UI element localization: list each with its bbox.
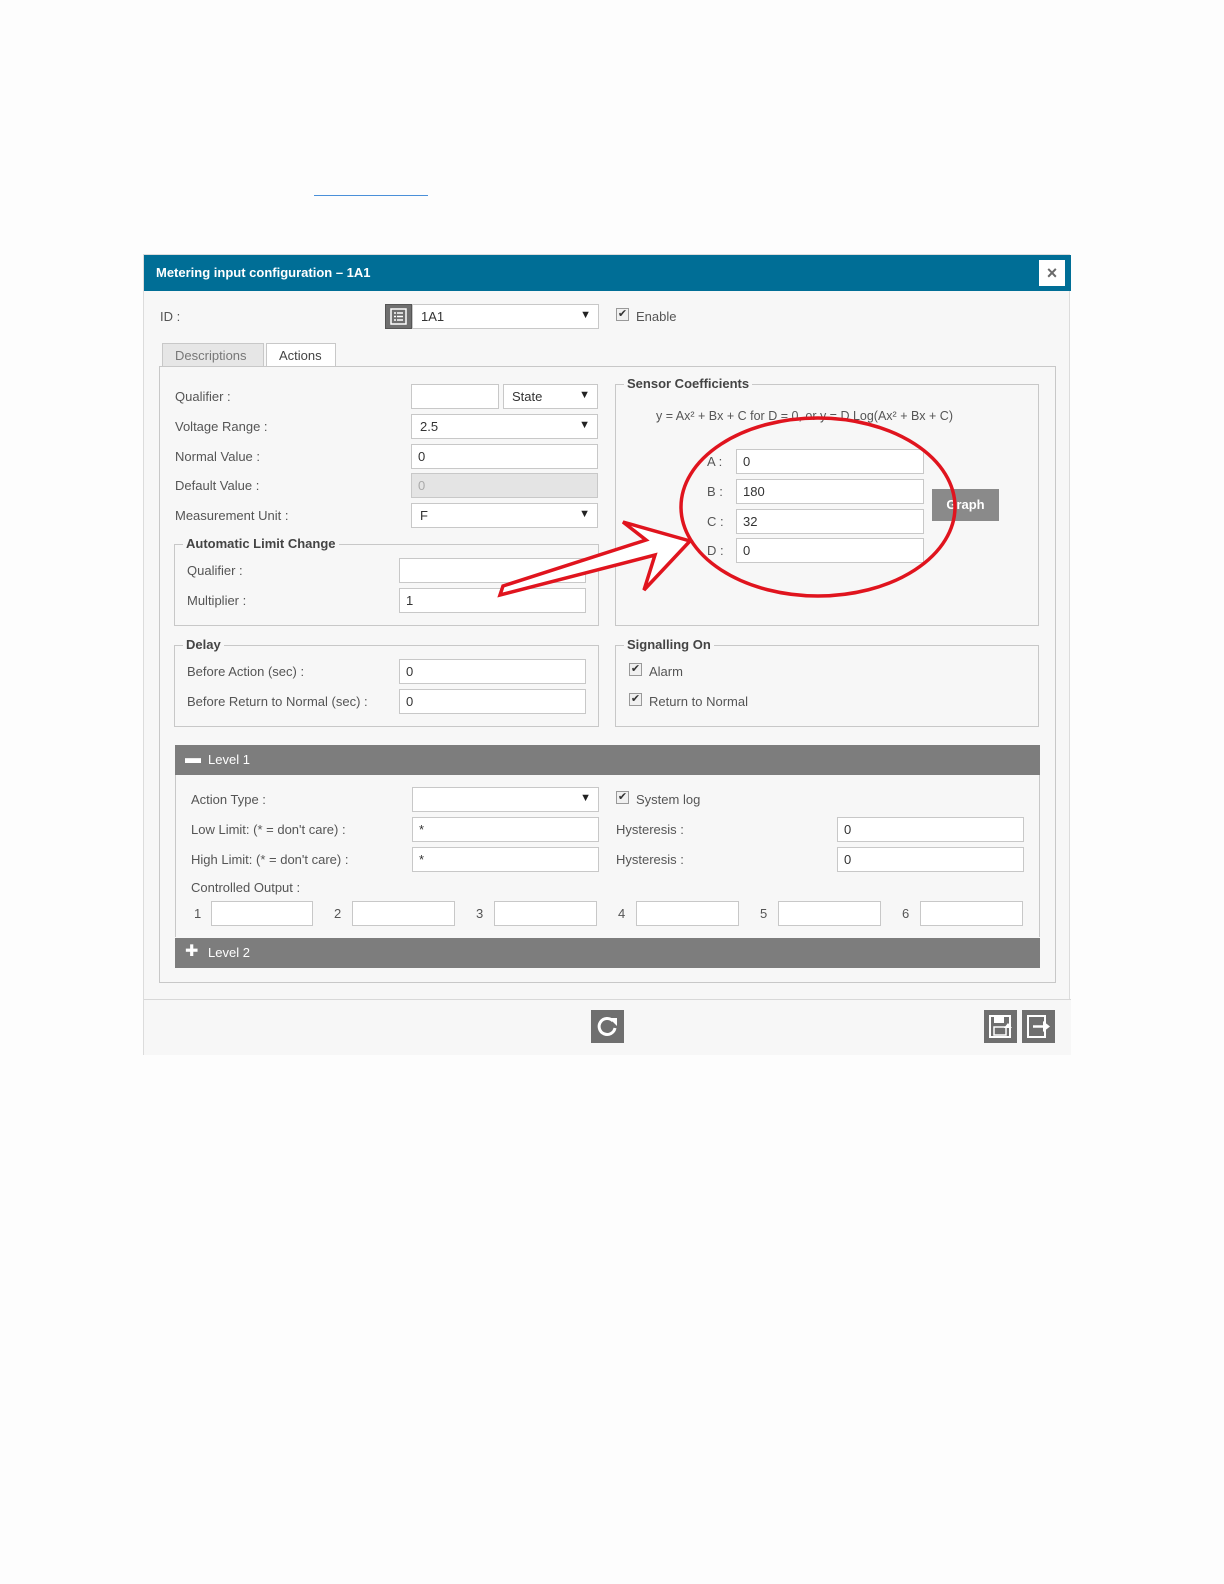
annotation-ellipse	[679, 416, 957, 598]
annotation-overlay	[497, 416, 957, 598]
annotation-arrow	[497, 520, 694, 598]
